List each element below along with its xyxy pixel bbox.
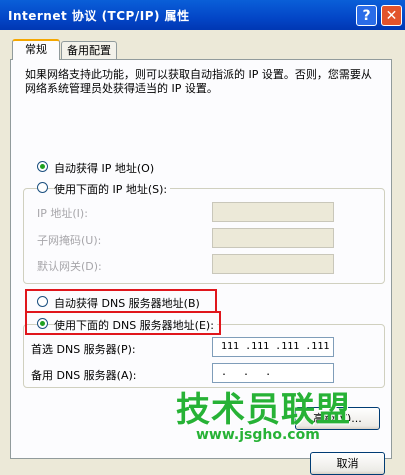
manual-ip-radio[interactable] — [37, 182, 48, 193]
auto-ip-label[interactable]: 自动获得 IP 地址(O) — [54, 160, 154, 176]
title-bar[interactable]: Internet 协议 (TCP/IP) 属性 ? ✕ — [0, 0, 405, 30]
tab-general[interactable]: 常规 — [12, 39, 60, 60]
tab-alternate-config[interactable]: 备用配置 — [61, 41, 117, 59]
alternate-dns-label: 备用 DNS 服务器(A): — [31, 369, 137, 382]
preferred-dns-label: 首选 DNS 服务器(P): — [31, 343, 136, 356]
close-icon[interactable]: ✕ — [381, 5, 402, 26]
subnet-mask-label: 子网掩码(U): — [37, 234, 102, 247]
window-title: Internet 协议 (TCP/IP) 属性 — [8, 9, 190, 23]
alternate-dns-field[interactable]: . . . — [212, 363, 334, 383]
auto-dns-highlight — [25, 289, 217, 313]
ip-address-field[interactable] — [212, 202, 334, 222]
preferred-dns-field[interactable]: 111 .111 .111 .111 — [212, 337, 334, 357]
manual-dns-highlight — [25, 311, 221, 335]
default-gateway-field[interactable] — [212, 254, 334, 274]
subnet-mask-field[interactable] — [212, 228, 334, 248]
cancel-button[interactable]: 取消 — [310, 452, 385, 475]
watermark-logo-text: 技术员联盟 — [176, 390, 351, 430]
ip-address-label: IP 地址(I): — [37, 207, 88, 220]
auto-ip-radio[interactable] — [37, 161, 48, 172]
default-gateway-label: 默认网关(D): — [37, 260, 102, 273]
watermark-url: www.jsgho.com — [196, 427, 320, 443]
help-icon[interactable]: ? — [356, 5, 377, 26]
description-text: 如果网络支持此功能，则可以获取自动指派的 IP 设置。否则，您需要从网络系统管理… — [25, 68, 372, 95]
manual-ip-label[interactable]: 使用下面的 IP 地址(S): — [54, 181, 171, 197]
dialog-body: 常规 备用配置 如果网络支持此功能，则可以获取自动指派的 IP 设置。否则，您需… — [0, 30, 405, 475]
